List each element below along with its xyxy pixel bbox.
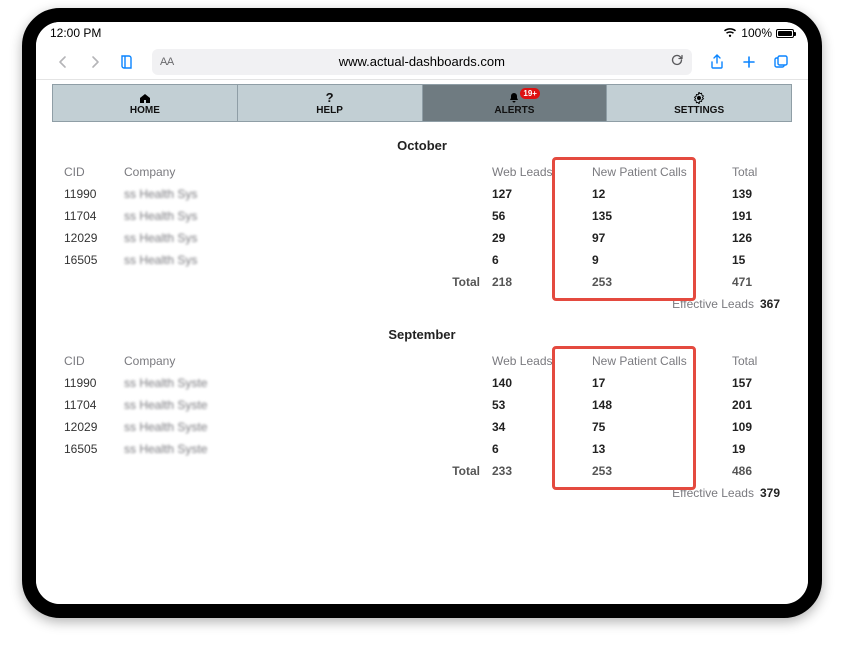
tabs-button[interactable] (768, 49, 794, 75)
home-icon (138, 91, 152, 105)
october-table: CID Company Web Leads New Patient Calls … (58, 161, 786, 293)
page-body: HOME ? HELP 19+ ALERTS SETTINGS October (36, 80, 808, 604)
col-new-calls: New Patient Calls (586, 161, 726, 183)
address-bar[interactable]: AA www.actual-dashboards.com (152, 49, 692, 75)
table-row: 12029ss Health Syste3475109 (58, 416, 786, 438)
table-total-row: Total218253471 (58, 271, 786, 293)
col-company: Company (118, 350, 486, 372)
tablet-frame: 12:00 PM 100% AA www.actual-dashboards.c… (22, 8, 822, 618)
text-size-button[interactable]: AA (160, 56, 174, 68)
tab-home[interactable]: HOME (53, 85, 238, 121)
browser-toolbar: AA www.actual-dashboards.com (36, 44, 808, 80)
table-row: 16505ss Health Sys6915 (58, 249, 786, 271)
month-heading-sep: September (58, 327, 786, 342)
table-row: 11990ss Health Syste14017157 (58, 372, 786, 394)
tab-alerts[interactable]: 19+ ALERTS (423, 85, 608, 121)
battery-icon (776, 29, 794, 38)
table-row: 11704ss Health Sys56135191 (58, 205, 786, 227)
tab-label: ALERTS (494, 105, 534, 116)
table-total-row: Total233253486 (58, 460, 786, 482)
col-cid: CID (58, 350, 118, 372)
october-block: CID Company Web Leads New Patient Calls … (58, 161, 786, 315)
url-text: www.actual-dashboards.com (182, 54, 662, 69)
bell-icon (508, 91, 520, 105)
app-nav: HOME ? HELP 19+ ALERTS SETTINGS (52, 84, 792, 122)
wifi-icon (723, 28, 737, 38)
tab-help[interactable]: ? HELP (238, 85, 423, 121)
forward-button[interactable] (82, 49, 108, 75)
back-button[interactable] (50, 49, 76, 75)
tab-settings[interactable]: SETTINGS (607, 85, 791, 121)
col-web-leads: Web Leads (486, 161, 586, 183)
col-cid: CID (58, 161, 118, 183)
table-row: 11704ss Health Syste53148201 (58, 394, 786, 416)
gear-icon (693, 91, 705, 105)
bookmarks-button[interactable] (114, 49, 140, 75)
battery-pct: 100% (741, 26, 772, 40)
col-total: Total (726, 161, 786, 183)
tab-label: HOME (130, 105, 160, 116)
new-tab-button[interactable] (736, 49, 762, 75)
table-row: 12029ss Health Sys2997126 (58, 227, 786, 249)
share-button[interactable] (704, 49, 730, 75)
table-header-row: CID Company Web Leads New Patient Calls … (58, 350, 786, 372)
help-icon: ? (326, 91, 334, 105)
tab-label: SETTINGS (674, 105, 724, 116)
effective-leads-sep: Effective Leads379 (58, 482, 786, 504)
col-total: Total (726, 350, 786, 372)
col-new-calls: New Patient Calls (586, 350, 726, 372)
effective-leads-oct: Effective Leads367 (58, 293, 786, 315)
table-row: 11990ss Health Sys12712139 (58, 183, 786, 205)
alerts-badge: 19+ (520, 88, 540, 99)
ios-status-bar: 12:00 PM 100% (36, 22, 808, 44)
col-company: Company (118, 161, 486, 183)
september-table: CID Company Web Leads New Patient Calls … (58, 350, 786, 482)
tab-label: HELP (316, 105, 343, 116)
month-heading-oct: October (58, 138, 786, 153)
refresh-button[interactable] (670, 53, 684, 70)
september-block: CID Company Web Leads New Patient Calls … (58, 350, 786, 504)
table-header-row: CID Company Web Leads New Patient Calls … (58, 161, 786, 183)
col-web-leads: Web Leads (486, 350, 586, 372)
status-time: 12:00 PM (50, 26, 101, 40)
table-row: 16505ss Health Syste61319 (58, 438, 786, 460)
report-content: October CID Company Web Leads New Patien… (52, 122, 792, 514)
